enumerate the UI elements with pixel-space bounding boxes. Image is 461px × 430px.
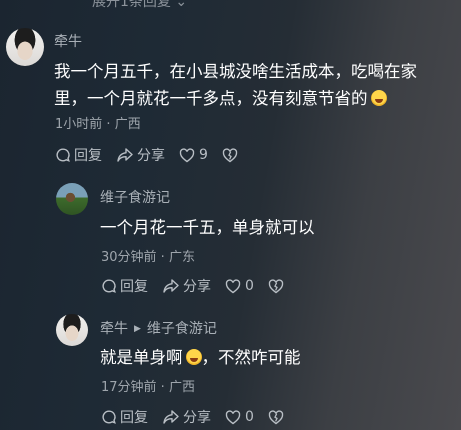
share-button[interactable]: 分享	[162, 276, 211, 296]
reply-icon	[102, 279, 116, 293]
share-icon	[163, 410, 179, 424]
reply-item: 维子食游记 一个月花一千五，单身就可以 30分钟前 · 广东 回复 分享 0	[0, 175, 461, 305]
reply-meta: 17分钟前 · 广西	[101, 380, 195, 395]
like-count: 9	[199, 147, 208, 163]
reply-username[interactable]: 维子食游记	[100, 187, 170, 207]
like-count: 0	[245, 409, 254, 425]
comment-username[interactable]: 牵牛	[54, 31, 82, 51]
avatar[interactable]	[6, 28, 44, 66]
like-count: 0	[245, 278, 254, 294]
reply-username: 牵牛 ▶ 维子食游记	[100, 321, 217, 337]
laughing-emoji-icon	[370, 90, 387, 106]
like-button[interactable]: 0	[225, 409, 254, 425]
reply-to-arrow-icon: ▶	[134, 324, 141, 334]
reply-actions: 回复 分享 0	[101, 407, 301, 427]
dislike-button[interactable]	[268, 278, 287, 294]
dislike-heart-icon	[268, 409, 284, 424]
avatar[interactable]	[56, 183, 88, 215]
avatar[interactable]	[56, 314, 88, 346]
share-icon	[163, 279, 179, 293]
reply-actions: 回复 分享 0	[101, 276, 301, 296]
share-icon	[117, 148, 133, 162]
dislike-button[interactable]	[222, 147, 241, 163]
like-button[interactable]: 0	[225, 278, 254, 294]
like-button[interactable]: 9	[179, 147, 208, 163]
reply-button[interactable]: 回复	[55, 145, 102, 165]
reply-text: 一个月花一千五，单身就可以	[100, 218, 315, 237]
share-button[interactable]: 分享	[162, 407, 211, 427]
heart-icon	[225, 278, 241, 293]
reply-item: 牵牛 ▶ 维子食游记 就是单身啊 ，不然咋可能 17分钟前 · 广西 回复 分享 0	[0, 305, 461, 430]
comment-meta: 1小时前 · 广西	[55, 117, 141, 132]
share-button[interactable]: 分享	[116, 145, 165, 165]
reply-text: 就是单身啊 ，不然咋可能	[100, 348, 301, 367]
dislike-heart-icon	[268, 278, 284, 293]
reply-button[interactable]: 回复	[101, 407, 148, 427]
reply-button[interactable]: 回复	[101, 276, 148, 296]
dislike-heart-icon	[222, 147, 238, 162]
comment-actions: 回复 分享 9	[55, 145, 255, 165]
reply-icon	[56, 148, 70, 162]
reply-icon	[102, 410, 116, 424]
dislike-button[interactable]	[268, 409, 287, 425]
heart-icon	[225, 409, 241, 424]
comment-text: 我一个月五千，在小县城没啥生活成本，吃喝在家里，一个月就花一千多点，没有刻意节省…	[54, 62, 417, 108]
comment-item: 牵牛 我一个月五千，在小县城没啥生活成本，吃喝在家里，一个月就花一千多点，没有刻…	[0, 0, 461, 175]
laughing-emoji-icon	[185, 349, 202, 365]
reply-meta: 30分钟前 · 广东	[101, 250, 195, 265]
heart-icon	[179, 147, 195, 162]
